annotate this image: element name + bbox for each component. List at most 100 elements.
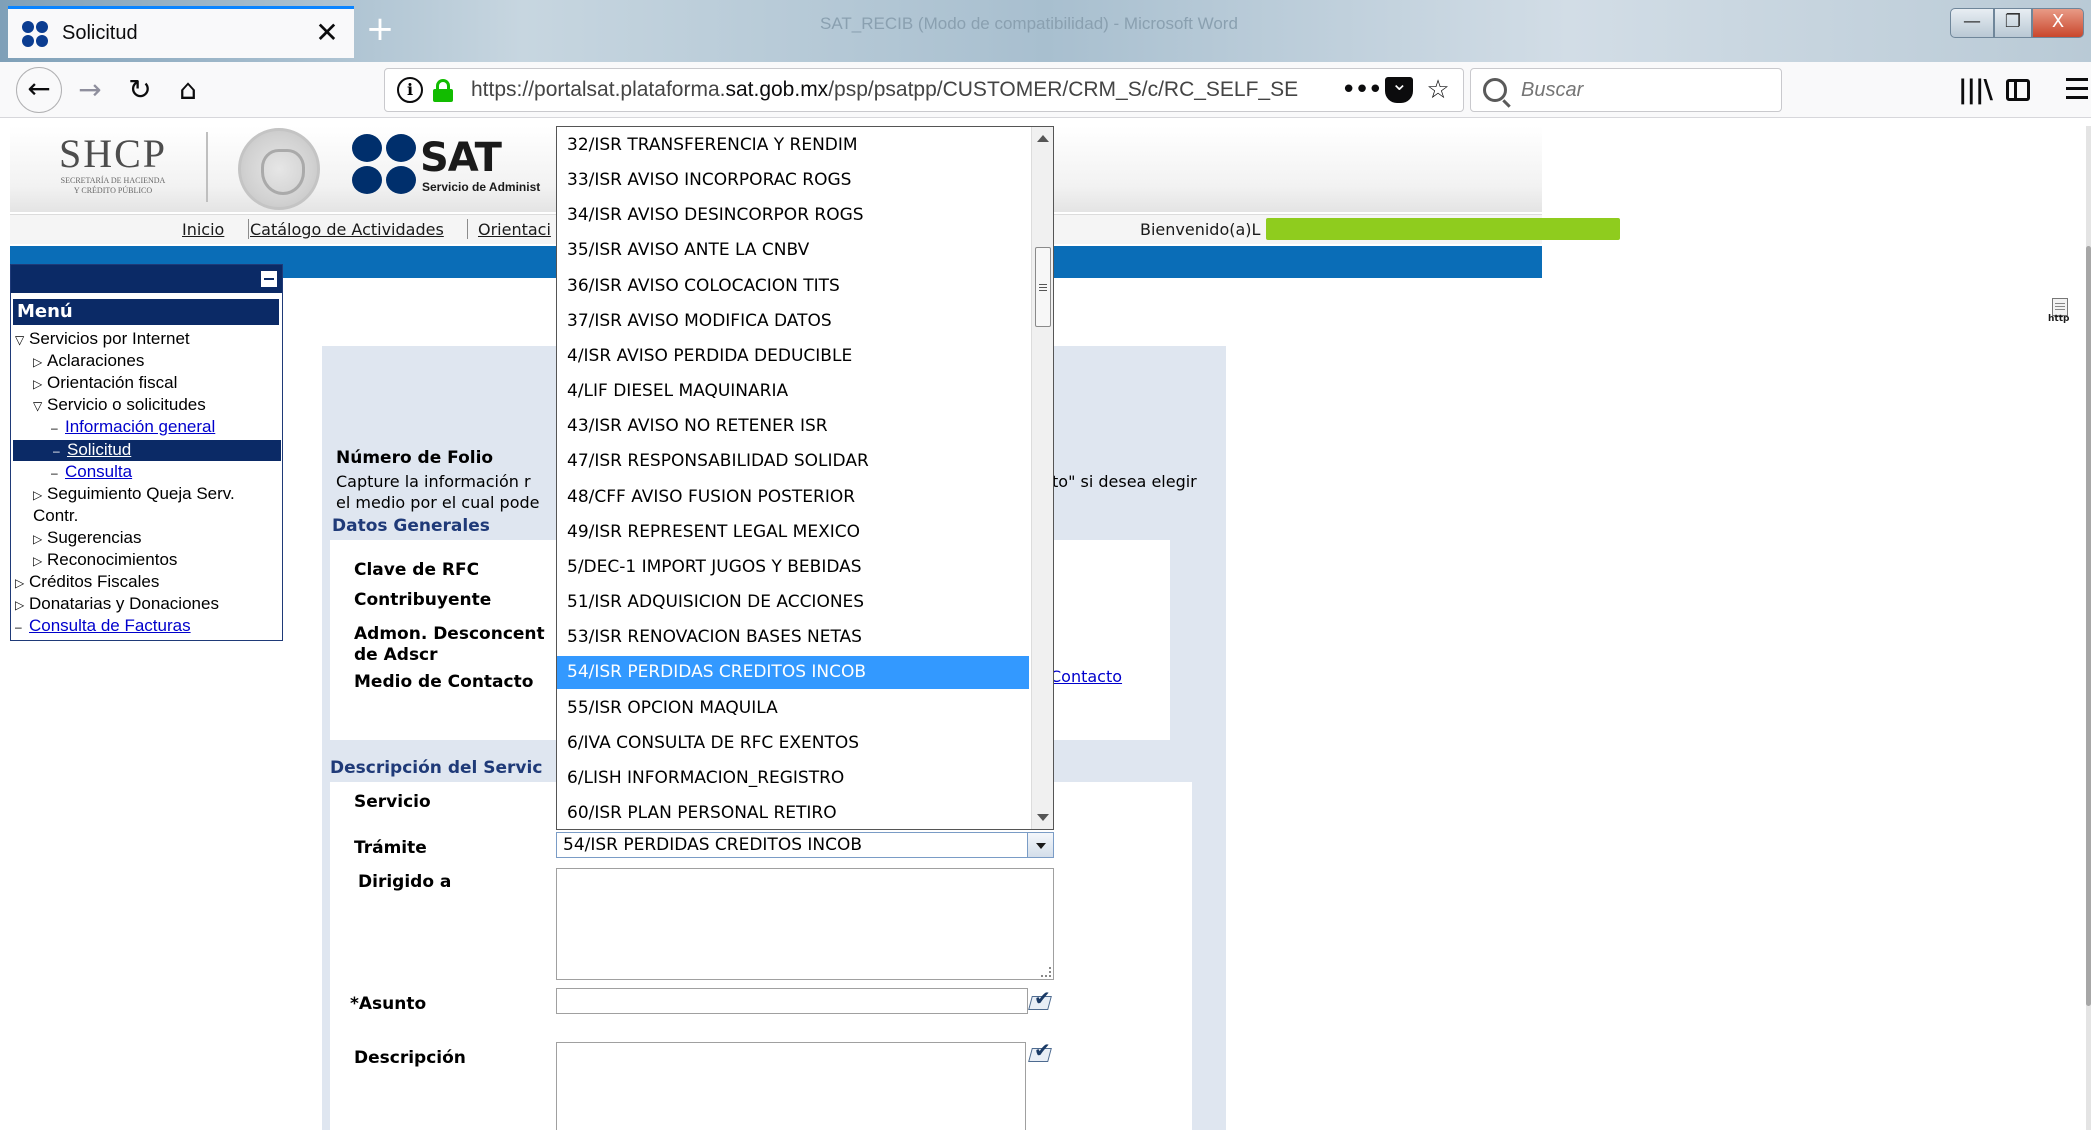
tramite-dropdown-list[interactable]: 32/ISR TRANSFERENCIA Y RENDIM 33/ISR AVI… (556, 126, 1054, 830)
dropdown-option[interactable]: 49/ISR REPRESENT LEGAL MEXICO (557, 516, 1029, 549)
dirigido-textarea[interactable] (556, 868, 1054, 980)
menu-item-informacion-general[interactable]: – Información general (51, 417, 215, 438)
dropdown-option[interactable]: 55/ISR OPCION MAQUILA (557, 692, 1029, 725)
nav-separator (467, 219, 468, 239)
scroll-down-icon[interactable] (1037, 814, 1049, 821)
search-icon (1483, 78, 1507, 102)
descripcion-label: Descripción (354, 1048, 466, 1068)
sat-logo-icon (352, 134, 416, 194)
contribuyente-label: Contribuyente (354, 590, 492, 610)
dropdown-option[interactable]: 37/ISR AVISO MODIFICA DATOS (557, 305, 1029, 338)
menu-item-aclaraciones[interactable]: ▷ Aclaraciones (33, 351, 144, 372)
address-bar[interactable]: i https://portalsat.plataforma.sat.gob.m… (384, 68, 1464, 112)
chevron-down-icon[interactable] (1027, 833, 1053, 857)
page-actions-icon[interactable]: ••• (1341, 75, 1383, 105)
menu-item-reconocimientos[interactable]: ▷ Reconocimientos (33, 550, 177, 571)
dropdown-option[interactable]: 53/ISR RENOVACION BASES NETAS (557, 621, 1029, 654)
dropdown-option[interactable]: 34/ISR AVISO DESINCORPOR ROGS (557, 199, 1029, 232)
page-scrollbar[interactable] (2086, 126, 2091, 1130)
sat-favicon-icon (22, 20, 48, 47)
menu-item-servicios-internet[interactable]: ▽ Servicios por Internet (15, 329, 190, 350)
dropdown-option[interactable]: 47/ISR RESPONSABILIDAD SOLIDAR (557, 445, 1029, 478)
scroll-thumb[interactable] (1035, 247, 1051, 327)
dropdown-option[interactable]: 5/DEC-1 IMPORT JUGOS Y BEBIDAS (557, 551, 1029, 584)
menu-item-servicio-solicitudes[interactable]: ▽ Servicio o solicitudes (33, 395, 206, 416)
menu-item-creditos-fiscales[interactable]: ▷ Créditos Fiscales (15, 572, 159, 593)
menu-item-seguimiento-queja-cont[interactable]: Contr. (33, 506, 78, 526)
browser-toolbar: ← → ↻ ⌂ i https://portalsat.plataforma.s… (0, 62, 2091, 118)
menu-top-strip (11, 265, 282, 293)
instructions-line1: Capture la información r (336, 472, 531, 491)
home-icon[interactable]: ⌂ (168, 70, 208, 110)
site-info-icon[interactable]: i (397, 77, 423, 103)
reload-icon[interactable]: ↻ (120, 70, 160, 110)
asunto-label: *Asunto (350, 994, 427, 1014)
forward-arrow-icon[interactable]: → (70, 70, 110, 110)
nav-link-inicio[interactable]: Inicio (182, 220, 224, 239)
collapse-menu-icon[interactable] (260, 270, 278, 288)
dropdown-option[interactable]: 48/CFF AVISO FUSION POSTERIOR (557, 481, 1029, 514)
menu-item-consulta[interactable]: – Consulta (51, 462, 132, 483)
dropdown-scrollbar[interactable] (1031, 127, 1053, 829)
menu-item-seguimiento-queja[interactable]: ▷ Seguimiento Queja Serv. (33, 484, 235, 505)
close-tab-icon[interactable]: ✕ (314, 18, 340, 47)
sat-logo-text: SAT (420, 135, 502, 181)
menu-item-solicitud[interactable]: – Solicitud (13, 440, 281, 461)
http-page-icon[interactable]: http (2048, 298, 2074, 324)
url-text[interactable]: https://portalsat.plataforma.sat.gob.mx/… (471, 78, 1341, 102)
menu-item-sugerencias[interactable]: ▷ Sugerencias (33, 528, 142, 549)
nav-link-catalogo[interactable]: Catálogo de Actividades (250, 220, 444, 239)
dropdown-option[interactable]: 32/ISR TRANSFERENCIA Y RENDIM (557, 129, 1029, 162)
dropdown-option[interactable]: 60/ISR PLAN PERSONAL RETIRO (557, 797, 1029, 829)
pocket-icon[interactable] (1385, 71, 1413, 103)
medio-contacto-label: Medio de Contacto (354, 672, 534, 692)
national-seal-icon (238, 128, 320, 210)
maximize-button[interactable]: ❐ (1994, 8, 2032, 38)
browser-tab[interactable]: Solicitud ✕ (8, 6, 354, 58)
window-title: SAT_RECIB (Modo de compatibilidad) - Mic… (820, 14, 1238, 33)
sat-logo-subtitle: Servicio de Administ (422, 180, 541, 194)
medio-contacto-link[interactable]: Contacto (1050, 667, 1122, 686)
page-scroll-thumb[interactable] (2086, 246, 2091, 1006)
asunto-input[interactable] (556, 988, 1028, 1014)
dropdown-option[interactable]: 43/ISR AVISO NO RETENER ISR (557, 410, 1029, 443)
dirigido-label: Dirigido a (358, 872, 452, 892)
spellcheck-icon[interactable]: ✔ (1028, 986, 1054, 1012)
screen: Solicitud ✕ + SAT_RECIB (Modo de compati… (0, 0, 2091, 1130)
dropdown-option[interactable]: 6/LISH INFORMACION_REGISTRO (557, 762, 1029, 795)
dropdown-option[interactable]: 51/ISR ADQUISICION DE ACCIONES (557, 586, 1029, 619)
dropdown-option-highlighted[interactable]: 54/ISR PERDIDAS CREDITOS INCOB (557, 656, 1029, 689)
tramite-label: Trámite (354, 838, 427, 858)
dropdown-option[interactable]: 4/LIF DIESEL MAQUINARIA (557, 375, 1029, 408)
descripcion-servicio-heading: Descripción del Servic (330, 758, 543, 778)
menu-item-orientacion-fiscal[interactable]: ▷ Orientación fiscal (33, 373, 177, 394)
hamburger-menu-icon[interactable] (2066, 72, 2088, 108)
dropdown-option[interactable]: 35/ISR AVISO ANTE LA CNBV (557, 234, 1029, 267)
nav-link-orientacion[interactable]: Orientaci (478, 220, 551, 239)
close-window-button[interactable]: X (2032, 8, 2084, 38)
admon-label-line2: de Adscr (354, 645, 438, 665)
dropdown-option[interactable]: 33/ISR AVISO INCORPORAC ROGS (557, 164, 1029, 197)
tramite-select[interactable]: 54/ISR PERDIDAS CREDITOS INCOB (556, 832, 1054, 858)
lock-icon (433, 79, 453, 102)
instructions-line2: el medio por el cual pode (336, 493, 540, 512)
search-box[interactable] (1470, 68, 1782, 112)
back-arrow-icon[interactable]: ← (16, 67, 62, 113)
new-tab-icon[interactable]: + (364, 12, 396, 46)
header-divider (206, 132, 208, 202)
dropdown-option[interactable]: 4/ISR AVISO PERDIDA DEDUCIBLE (557, 340, 1029, 373)
servicio-label: Servicio (354, 792, 431, 812)
dropdown-option[interactable]: 6/IVA CONSULTA DE RFC EXENTOS (557, 727, 1029, 760)
sidebar-toggle-icon[interactable] (2006, 79, 2030, 101)
clave-rfc-label: Clave de RFC (354, 560, 480, 580)
minimize-button[interactable]: — (1950, 8, 1994, 38)
descripcion-textarea[interactable] (556, 1042, 1026, 1130)
spellcheck-icon[interactable]: ✔ (1028, 1038, 1054, 1064)
menu-item-consulta-facturas[interactable]: – Consulta de Facturas (15, 616, 191, 637)
search-input[interactable] (1521, 78, 1761, 102)
library-icon[interactable]: |||\ (1958, 72, 1993, 108)
scroll-up-icon[interactable] (1037, 135, 1049, 142)
bookmark-star-icon[interactable]: ☆ (1421, 75, 1455, 105)
menu-item-donatarias[interactable]: ▷ Donatarias y Donaciones (15, 594, 219, 615)
dropdown-option[interactable]: 36/ISR AVISO COLOCACION TITS (557, 270, 1029, 303)
